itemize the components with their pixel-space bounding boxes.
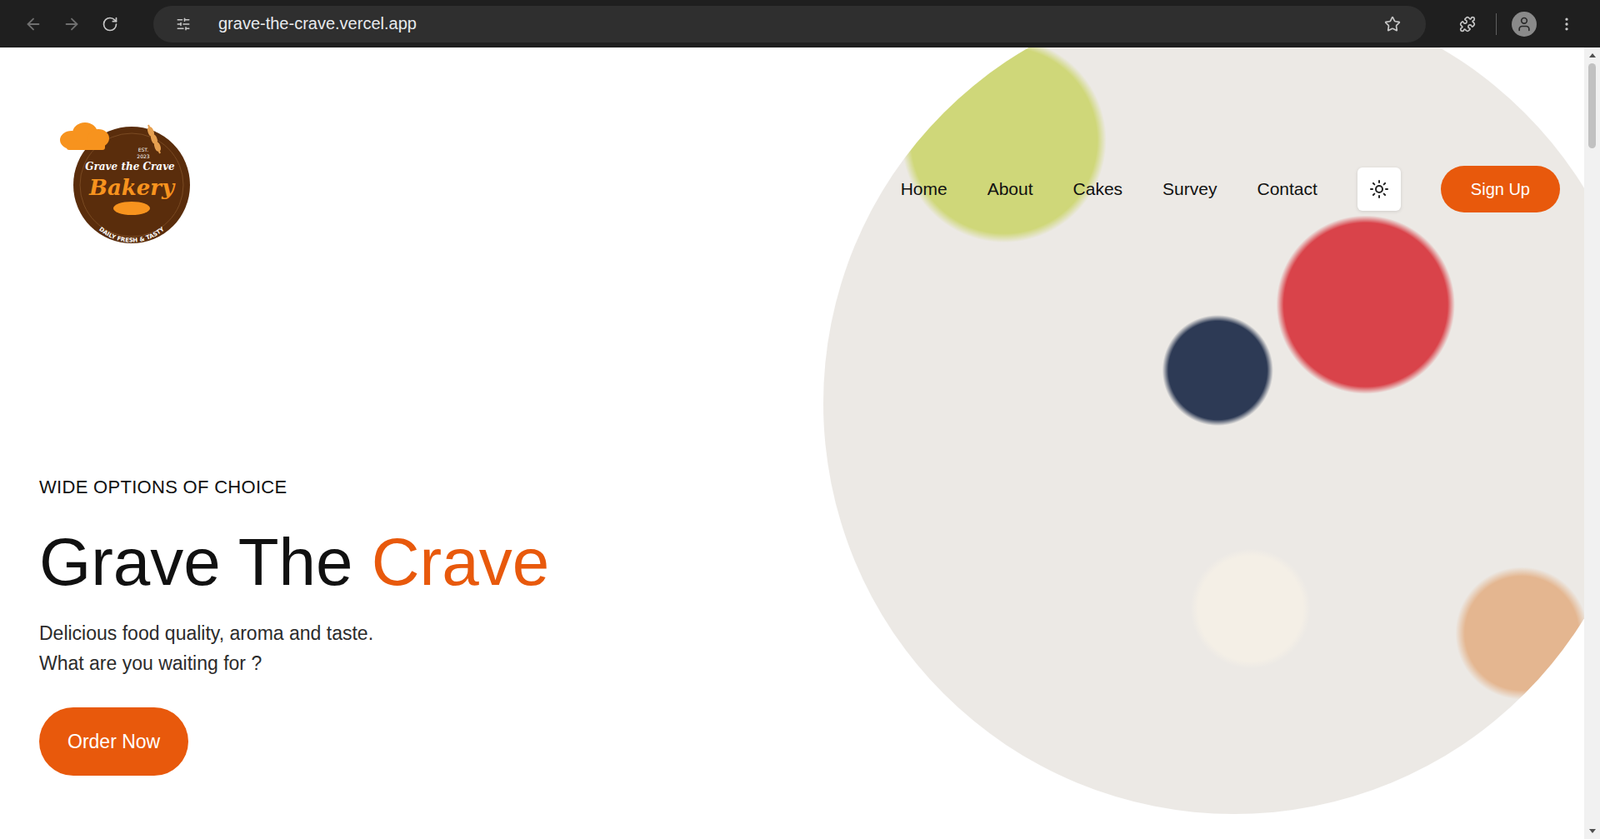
site-header: EST.2023Grave the Crave Bakery DAILY FRESH… xyxy=(0,47,1585,249)
menu-icon[interactable] xyxy=(1550,7,1584,41)
hero-title: Grave The Crave xyxy=(39,525,550,600)
signup-button[interactable]: Sign Up xyxy=(1440,165,1560,213)
nav-link[interactable]: Survey xyxy=(1162,179,1217,200)
address-bar[interactable]: grave-the-crave.vercel.app xyxy=(153,5,1426,43)
hero-section: WIDE OPTIONS OF CHOICE Grave The Crave Del… xyxy=(0,248,750,776)
reload-icon[interactable] xyxy=(93,7,127,41)
toolbar-separator xyxy=(1495,13,1497,35)
bookmark-star-icon[interactable] xyxy=(1375,7,1410,41)
svg-text:EST.: EST. xyxy=(138,146,150,153)
nav-link[interactable]: Home xyxy=(900,179,948,200)
order-now-button[interactable]: Order Now xyxy=(39,707,189,776)
bakery-logo-icon[interactable]: EST.2023Grave the Crave Bakery DAILY FRESH… xyxy=(50,115,196,249)
scroll-up-icon[interactable] xyxy=(1589,53,1596,58)
hero-image xyxy=(823,47,1585,815)
forward-icon[interactable] xyxy=(55,7,89,41)
browser-toolbar: grave-the-crave.vercel.app xyxy=(0,0,1600,48)
hero-description: Delicious food quality, aroma and taste.… xyxy=(39,618,374,679)
url-text[interactable]: grave-the-crave.vercel.app xyxy=(218,14,1363,34)
browser-window: grave-the-crave.vercel.appEST.2023Grave … xyxy=(0,0,1600,839)
nav-link[interactable]: Cakes xyxy=(1073,179,1124,200)
extensions-icon[interactable] xyxy=(1450,7,1485,41)
profile-avatar-icon[interactable] xyxy=(1511,11,1537,37)
sun-icon xyxy=(1369,179,1390,200)
back-icon[interactable] xyxy=(16,7,50,41)
svg-text:2023: 2023 xyxy=(136,153,150,160)
nav-link[interactable]: Contact xyxy=(1256,179,1317,200)
svg-text:Grave the Crave: Grave the Crave xyxy=(85,160,175,173)
viewport: EST.2023Grave the Crave Bakery DAILY FRESH… xyxy=(0,47,1600,839)
scrollbar[interactable] xyxy=(1584,47,1600,839)
hero-line: What are you waiting for ? xyxy=(39,648,374,679)
nav-link[interactable]: About xyxy=(987,179,1034,200)
site-info-icon[interactable] xyxy=(166,7,200,41)
theme-toggle[interactable] xyxy=(1357,167,1401,211)
svg-text:Bakery: Bakery xyxy=(88,175,176,200)
hero-title-accent: Crave xyxy=(371,525,550,600)
page: EST.2023Grave the Crave Bakery DAILY FRESH… xyxy=(0,47,1585,839)
hero-eyebrow: WIDE OPTIONS OF CHOICE xyxy=(39,476,288,499)
svg-text:DAILY FRESH & TASTY: DAILY FRESH & TASTY xyxy=(97,225,166,245)
scrollbar-thumb[interactable] xyxy=(1588,63,1596,149)
scroll-down-icon[interactable] xyxy=(1589,829,1596,834)
main-nav: Home About Cakes Survey Contact Sign Up xyxy=(900,150,1560,213)
hero-line: Delicious food quality, aroma and taste. xyxy=(39,618,374,649)
